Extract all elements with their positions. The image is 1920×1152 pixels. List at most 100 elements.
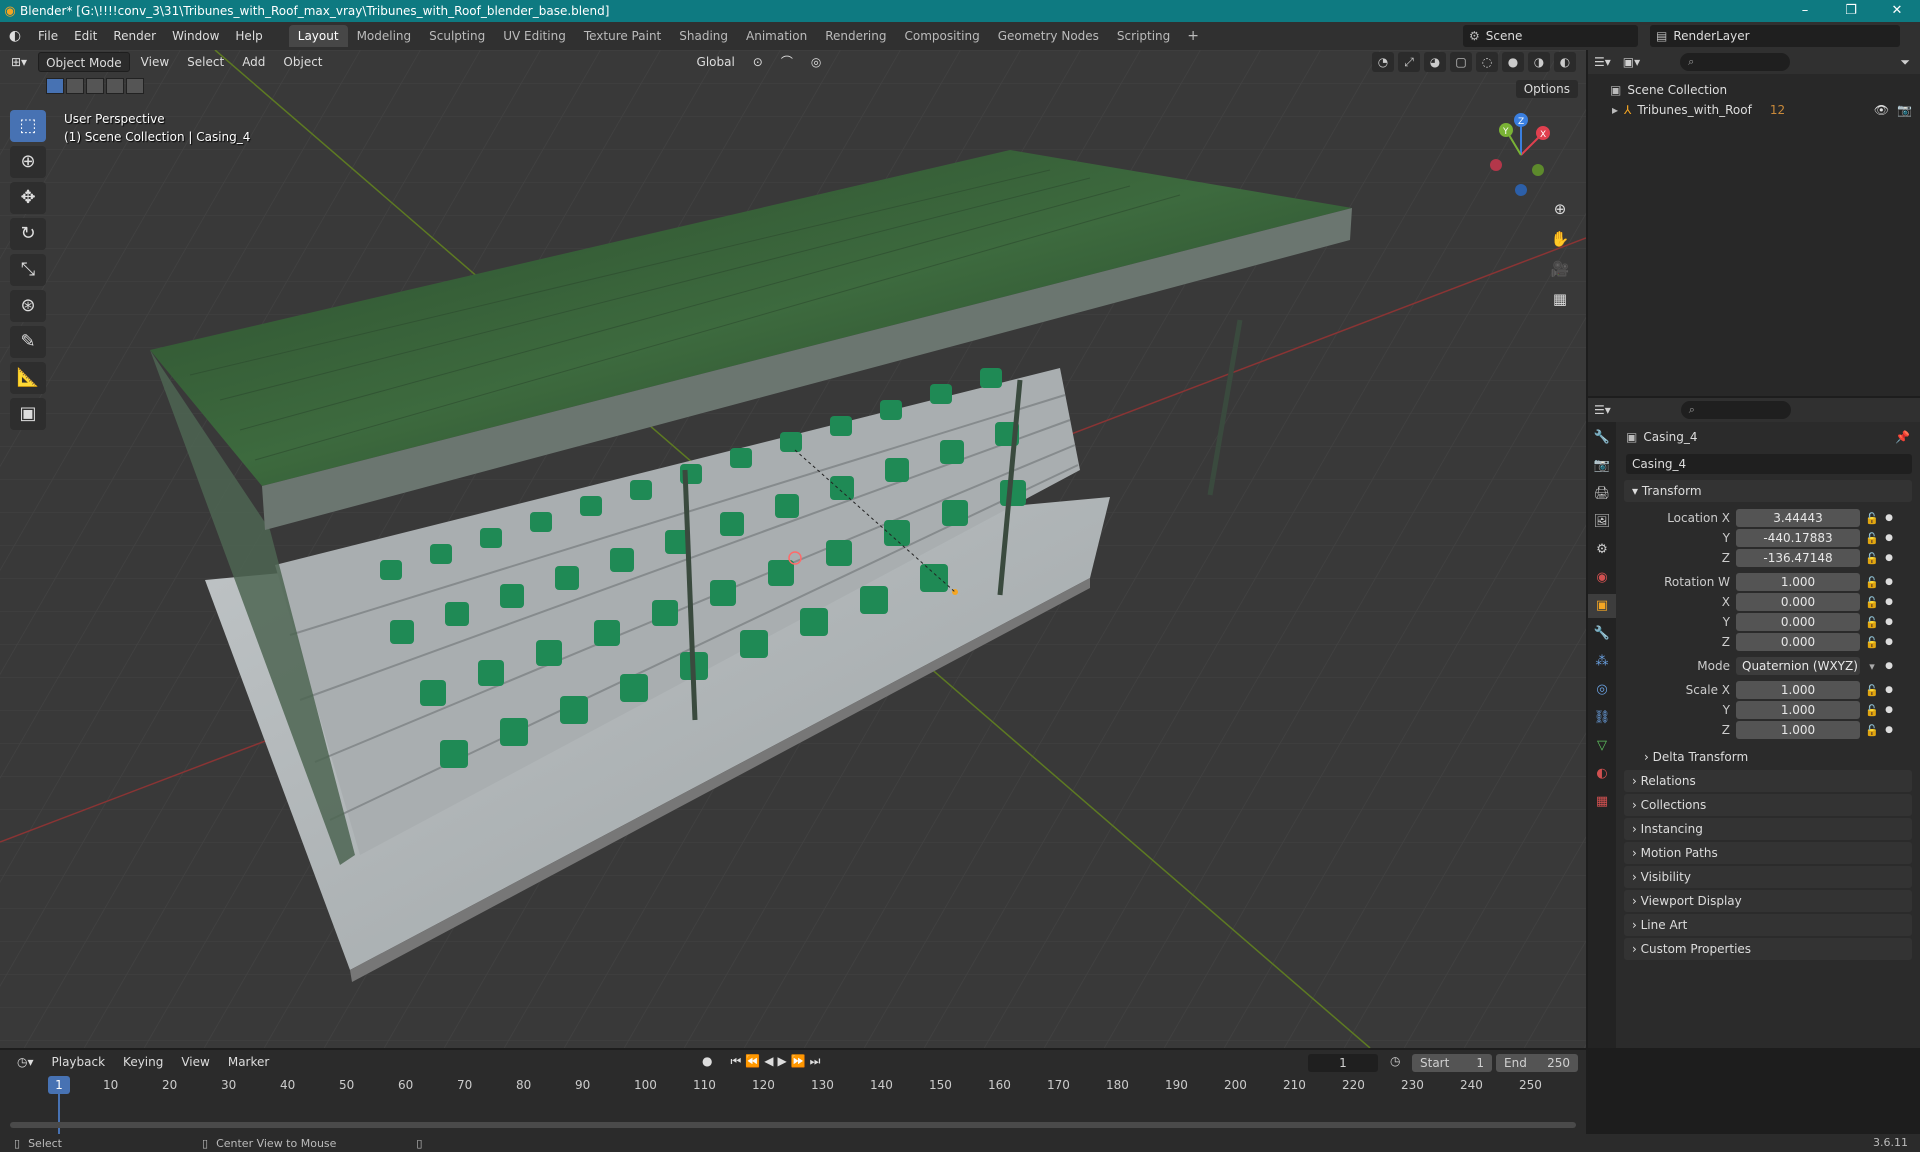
- object-tab-icon[interactable]: ▣: [1588, 594, 1616, 618]
- world-tab-icon[interactable]: ◉: [1588, 566, 1616, 590]
- rendered-shading-icon[interactable]: ◐: [1554, 52, 1576, 72]
- snap-icon[interactable]: ⌒: [774, 52, 800, 72]
- xray-icon[interactable]: ▢: [1450, 52, 1472, 72]
- scale-tool-icon[interactable]: ⤡: [10, 254, 46, 286]
- properties-editor-icon[interactable]: ☰▾: [1594, 403, 1611, 417]
- transform-tool-icon[interactable]: ⊛: [10, 290, 46, 322]
- select-invert-icon[interactable]: [106, 78, 124, 94]
- play-reverse-icon[interactable]: ◀: [764, 1054, 773, 1069]
- jump-end-icon[interactable]: ⏭: [810, 1054, 821, 1069]
- current-frame-marker[interactable]: 1: [48, 1076, 70, 1094]
- delta-transform-header[interactable]: › Delta Transform: [1624, 746, 1912, 768]
- rotation-w-field[interactable]: 1.000: [1736, 573, 1860, 591]
- pivot-icon[interactable]: ⊙: [746, 52, 770, 72]
- constraints-tab-icon[interactable]: ⛓: [1588, 706, 1616, 730]
- lock-icon[interactable]: 🔓: [1860, 552, 1884, 565]
- panel-visibility[interactable]: › Visibility: [1624, 866, 1912, 888]
- rotate-tool-icon[interactable]: ↻: [10, 218, 46, 250]
- keyframe-dot-icon[interactable]: ●: [1884, 685, 1894, 695]
- menu-add[interactable]: Add: [235, 52, 272, 72]
- frame-ruler[interactable]: 10 20 30 40 50 60 70 80 90 100 110 120 130 140 150 160 1…: [0, 1076, 1586, 1096]
- minimize-button[interactable]: –: [1782, 0, 1828, 22]
- tab-compositing[interactable]: Compositing: [895, 25, 988, 47]
- overlay-toggle-icon[interactable]: ◕: [1424, 52, 1446, 72]
- panel-line-art[interactable]: › Line Art: [1624, 914, 1912, 936]
- lock-icon[interactable]: 🔓: [1860, 636, 1884, 649]
- select-subtract-icon[interactable]: [86, 78, 104, 94]
- play-icon[interactable]: ▶: [777, 1054, 786, 1069]
- outliner-item[interactable]: ▸ ⅄ Tribunes_with_Roof 12 👁 📷: [1588, 100, 1920, 120]
- panel-collections[interactable]: › Collections: [1624, 794, 1912, 816]
- rotation-mode-select[interactable]: Quaternion (WXYZ): [1736, 657, 1860, 675]
- tab-uv-editing[interactable]: UV Editing: [494, 25, 575, 47]
- keyframe-dot-icon[interactable]: ●: [1884, 597, 1894, 607]
- scale-x-field[interactable]: 1.000: [1736, 681, 1860, 699]
- data-tab-icon[interactable]: ▽: [1588, 734, 1616, 758]
- menu-view[interactable]: View: [134, 52, 176, 72]
- proportional-edit-icon[interactable]: ◎: [804, 52, 828, 72]
- menu-playback[interactable]: Playback: [45, 1052, 113, 1072]
- render-tab-icon[interactable]: 📷: [1588, 454, 1616, 478]
- outliner-search[interactable]: ⌕: [1680, 53, 1791, 71]
- scene-tab-icon[interactable]: ⚙: [1588, 538, 1616, 562]
- zoom-icon[interactable]: ⊕: [1546, 195, 1574, 223]
- annotate-tool-icon[interactable]: ✎: [10, 326, 46, 358]
- transform-panel-header[interactable]: ▾ Transform: [1624, 480, 1912, 502]
- outliner-scene-collection[interactable]: ▣ Scene Collection: [1588, 80, 1920, 100]
- display-mode-icon[interactable]: ▣▾: [1623, 55, 1640, 69]
- tab-sculpting[interactable]: Sculpting: [420, 25, 494, 47]
- tab-geometry-nodes[interactable]: Geometry Nodes: [989, 25, 1108, 47]
- tab-texture-paint[interactable]: Texture Paint: [575, 25, 670, 47]
- keyframe-dot-icon[interactable]: ●: [1884, 553, 1894, 563]
- orientation-selector[interactable]: Global: [690, 52, 742, 72]
- tab-shading[interactable]: Shading: [670, 25, 737, 47]
- gizmo-toggle-icon[interactable]: ⤢: [1398, 52, 1420, 72]
- select-new-icon[interactable]: [46, 78, 64, 94]
- frame-start-field[interactable]: Start 1: [1412, 1054, 1492, 1072]
- move-tool-icon[interactable]: ✥: [10, 182, 46, 214]
- lock-icon[interactable]: 🔓: [1860, 532, 1884, 545]
- panel-motion-paths[interactable]: › Motion Paths: [1624, 842, 1912, 864]
- current-frame-field[interactable]: 1: [1308, 1054, 1378, 1072]
- keyframe-dot-icon[interactable]: ●: [1884, 705, 1894, 715]
- physics-tab-icon[interactable]: ◎: [1588, 678, 1616, 702]
- ortho-grid-icon[interactable]: ▦: [1546, 285, 1574, 313]
- menu-keying[interactable]: Keying: [116, 1052, 170, 1072]
- eye-icon[interactable]: 👁: [1874, 100, 1889, 120]
- output-tab-icon[interactable]: 🖨: [1588, 482, 1616, 506]
- tab-scripting[interactable]: Scripting: [1108, 25, 1179, 47]
- location-x-field[interactable]: 3.44443: [1736, 509, 1860, 527]
- menu-edit[interactable]: Edit: [66, 22, 105, 50]
- record-icon[interactable]: ●: [702, 1054, 712, 1069]
- location-z-field[interactable]: -136.47148: [1736, 549, 1860, 567]
- 3d-viewport[interactable]: ⊞▾ Object Mode View Select Add Object Gl…: [0, 50, 1586, 1048]
- panel-instancing[interactable]: › Instancing: [1624, 818, 1912, 840]
- render-layer-selector[interactable]: ▤ RenderLayer: [1650, 25, 1900, 47]
- tab-rendering[interactable]: Rendering: [816, 25, 895, 47]
- maximize-button[interactable]: ❐: [1828, 0, 1874, 22]
- menu-select[interactable]: Select: [180, 52, 231, 72]
- camera-icon[interactable]: 🎥: [1546, 255, 1574, 283]
- add-cube-tool-icon[interactable]: ▣: [10, 398, 46, 430]
- tab-animation[interactable]: Animation: [737, 25, 816, 47]
- material-tab-icon[interactable]: ◐: [1588, 762, 1616, 786]
- lock-icon[interactable]: 🔓: [1860, 704, 1884, 717]
- preview-range-icon[interactable]: ◷: [1390, 1054, 1400, 1068]
- lock-icon[interactable]: 🔓: [1860, 512, 1884, 525]
- frame-end-field[interactable]: End 250: [1496, 1054, 1578, 1072]
- panel-viewport-display[interactable]: › Viewport Display: [1624, 890, 1912, 912]
- tab-modeling[interactable]: Modeling: [348, 25, 421, 47]
- menu-marker[interactable]: Marker: [221, 1052, 276, 1072]
- close-button[interactable]: ✕: [1874, 0, 1920, 22]
- scene-selector[interactable]: ⚙ Scene: [1463, 25, 1638, 47]
- scale-y-field[interactable]: 1.000: [1736, 701, 1860, 719]
- filter-icon[interactable]: ⏷: [1900, 55, 1910, 70]
- scale-z-field[interactable]: 1.000: [1736, 721, 1860, 739]
- menu-window[interactable]: Window: [164, 22, 227, 50]
- jump-keyframe-forward-icon[interactable]: ⏩: [791, 1054, 806, 1069]
- object-name-field[interactable]: Casing_4: [1626, 454, 1912, 474]
- outliner-editor-icon[interactable]: ☰▾: [1594, 55, 1611, 69]
- panel-custom-properties[interactable]: › Custom Properties: [1624, 938, 1912, 960]
- rotation-x-field[interactable]: 0.000: [1736, 593, 1860, 611]
- options-button[interactable]: Options: [1515, 80, 1578, 98]
